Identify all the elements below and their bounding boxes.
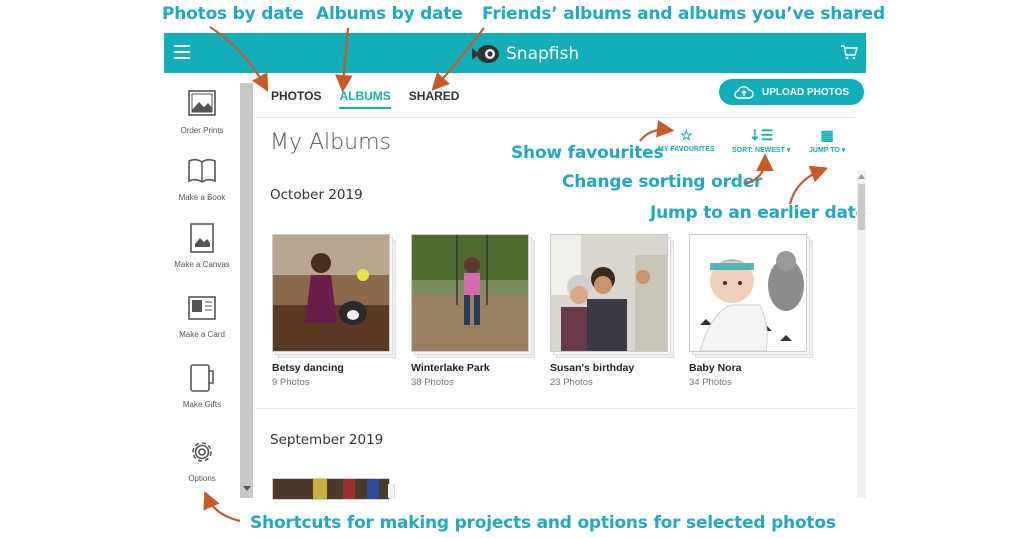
jump-to-label: JUMP TO ▾ [809,147,846,154]
sort-dropdown[interactable]: ⇣☰ SORT: NEWEST ▾ [732,127,790,154]
annotation-show-favourites: Show favourites [511,143,664,163]
sidebar-item-label: Make Gifts [182,400,222,409]
page-title: My Albums [270,130,391,155]
album-photo-count: 38 Photos [411,377,454,388]
album-cover-image[interactable] [689,234,807,352]
album-card[interactable]: Susan's birthday 23 Photos [550,234,674,388]
album-photo-count: 9 Photos [272,377,310,388]
album-name[interactable]: Betsy dancing [272,362,392,374]
album-cover-image[interactable] [272,478,390,500]
cloud-upload-icon [734,86,754,99]
section-title: October 2019 [270,187,363,203]
upload-photos-button[interactable]: UPLOAD PHOTOS [719,79,864,105]
my-favourites-button[interactable]: ☆ MY FAVOURITES [658,127,715,153]
sidebar-item-make-canvas[interactable]: Make a Canvas [164,222,240,269]
sidebar-item-make-card[interactable]: Make a Card [164,292,240,339]
section-title: September 2019 [270,432,384,448]
prints-icon [188,90,216,116]
sidebar-item-label: Make a Book [178,193,226,202]
sidebar [164,73,240,498]
sidebar-scrollbar[interactable] [240,83,253,498]
main-scrollbar-thumb[interactable] [858,184,865,230]
annotation-change-sorting: Change sorting order [562,172,763,192]
sidebar-item-order-prints[interactable]: Order Prints [164,88,240,135]
annotation-photos-by-date: Photos by date [162,4,304,24]
album-cover-image[interactable] [272,234,390,352]
section-divider [255,408,855,409]
album-stack-edge [388,484,395,498]
sort-icon: ⇣☰ [749,127,774,143]
album-name[interactable]: Baby Nora [689,362,809,374]
canvas-icon [190,223,214,253]
view-tabs: PHOTOS ALBUMS SHARED [271,89,459,109]
hamburger-menu-icon[interactable] [174,45,190,61]
scroll-up-arrow-icon[interactable] [858,174,865,179]
tab-albums[interactable]: ALBUMS [339,89,391,109]
brand-logo[interactable]: Snapfish [470,41,579,67]
sort-label: SORT: NEWEST ▾ [732,147,791,154]
mug-icon [190,364,214,392]
sidebar-item-make-book[interactable]: Make a Book [164,155,240,202]
album-photo-count: 23 Photos [550,377,593,388]
book-icon [188,158,216,183]
star-icon: ☆ [679,127,693,143]
album-card[interactable]: Betsy dancing 9 Photos [272,234,396,388]
gear-icon [192,442,212,462]
scroll-down-arrow-icon[interactable] [243,486,251,492]
album-cover-image[interactable] [411,234,529,352]
cart-icon[interactable] [840,44,858,60]
sidebar-item-label: Order Prints [180,126,224,135]
annotation-jump-earlier: Jump to an earlier date [650,203,868,223]
jump-to-dropdown[interactable]: ▦ JUMP TO ▾ [809,127,845,154]
sidebar-item-label: Options [188,474,216,483]
album-card[interactable]: Winterlake Park 38 Photos [411,234,535,388]
album-cover-image[interactable] [550,234,668,352]
annotation-friends-shared: Friends’ albums and albums you’ve shared [482,4,885,24]
album-name[interactable]: Susan's birthday [550,362,670,374]
calendar-icon: ▦ [820,127,834,143]
annotation-shortcuts: Shortcuts for making projects and option… [250,513,836,533]
album-photo-count: 34 Photos [689,377,732,388]
sidebar-item-label: Make a Canvas [174,260,230,269]
brand-name: Snapfish [506,44,580,64]
annotation-albums-by-date: Albums by date [316,4,463,24]
sidebar-item-make-gifts[interactable]: Make Gifts [164,362,240,409]
sidebar-item-label: Make a Card [179,330,225,339]
my-favourites-label: MY FAVOURITES [658,146,715,153]
header-divider [255,117,855,118]
card-icon [188,296,216,320]
album-card[interactable]: Baby Nora 34 Photos [689,234,813,388]
fish-logo-icon [472,45,499,63]
sidebar-item-options[interactable]: Options [164,436,240,483]
tab-shared[interactable]: SHARED [409,89,460,109]
album-name[interactable]: Winterlake Park [411,362,531,374]
upload-photos-label: UPLOAD PHOTOS [761,86,850,98]
tab-photos[interactable]: PHOTOS [271,89,321,109]
